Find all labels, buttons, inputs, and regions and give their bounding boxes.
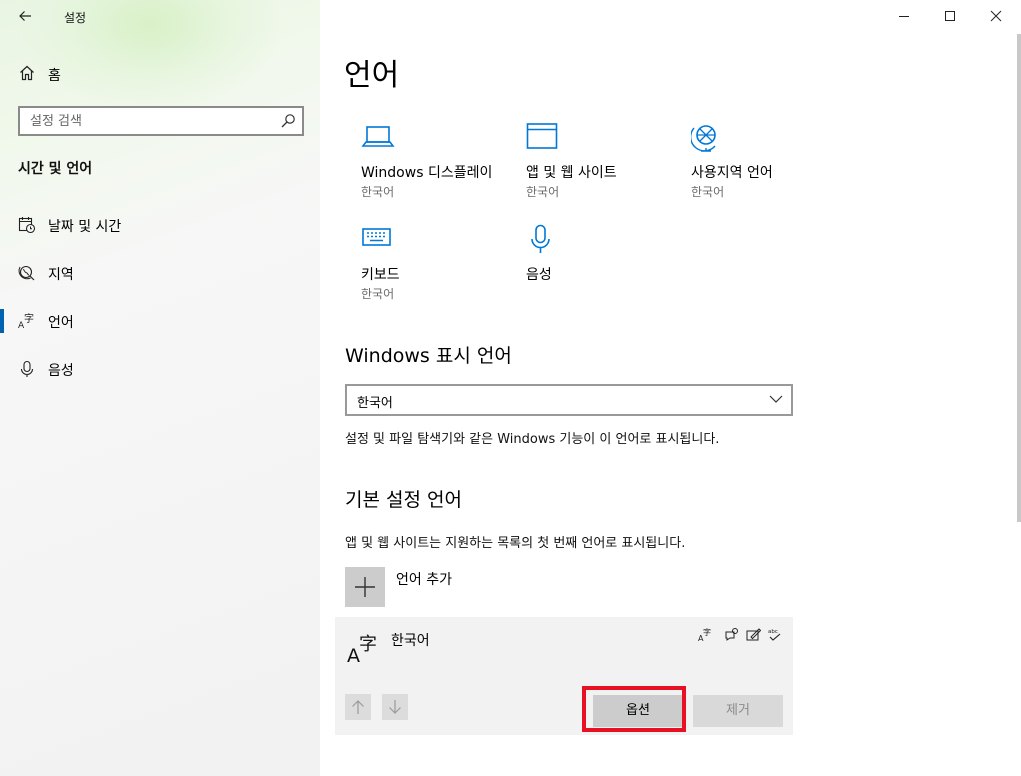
microphone-icon (20, 360, 34, 377)
preferred-language-description: 앱 및 웹 사이트는 지원하는 목록의 첫 번째 언어로 표시됩니다. (345, 536, 686, 551)
display-language-description: 설정 및 파일 탐색기와 같은 Windows 기능이 이 언어로 표시됩니다. (345, 432, 720, 447)
speech-icon (725, 628, 738, 641)
tile-keyboard[interactable]: 키보드 한국어 (345, 224, 495, 314)
tile-subtitle: 한국어 (691, 185, 725, 199)
tile-speech[interactable]: 음성 (510, 224, 660, 314)
sidebar-item-label: 날짜 및 시간 (48, 219, 122, 235)
preferred-language-heading: 기본 설정 언어 (345, 489, 462, 511)
options-highlight-box (582, 686, 686, 732)
back-button[interactable] (12, 6, 38, 28)
chevron-down-icon (769, 395, 783, 403)
maximize-button[interactable] (927, 0, 973, 32)
globe-region-icon (18, 265, 35, 281)
nav-home-label: 홈 (48, 68, 61, 84)
tile-name: 키보드 (361, 267, 400, 283)
globe-language-icon (691, 125, 716, 152)
svg-text:字: 字 (703, 627, 711, 637)
sidebar-item-label: 지역 (48, 267, 74, 283)
settings-window: 설정 홈 시간 및 언어 날짜 및 시간 (0, 0, 1021, 776)
language-name: 한국어 (391, 633, 430, 649)
move-up-button[interactable] (345, 694, 371, 720)
close-button[interactable] (973, 0, 1019, 32)
arrow-down-icon (389, 700, 401, 714)
language-item-korean[interactable]: A 字 한국어 A 字 abc 옵션 제거 (335, 617, 793, 735)
close-icon (990, 10, 1002, 22)
tile-windows-display[interactable]: Windows 디스플레이 한국어 (345, 122, 495, 212)
tile-name: Windows 디스플레이 (361, 165, 493, 181)
maximize-icon (945, 11, 955, 21)
nav-home[interactable]: 홈 (0, 58, 320, 90)
app-title: 설정 (64, 11, 87, 25)
language-icon: A 字 (347, 634, 377, 665)
move-down-button[interactable] (382, 694, 408, 720)
svg-text:字: 字 (24, 312, 34, 325)
language-icon: A 字 (18, 312, 34, 330)
content-pane: 언어 Windows 디스플레이 한국어 앱 및 웹 사이트 한국어 사용지역 … (320, 0, 1021, 776)
caption-buttons (881, 0, 1021, 34)
tile-name: 사용지역 언어 (691, 165, 773, 181)
sidebar-item-date-time[interactable]: 날짜 및 시간 (0, 207, 320, 243)
scrollbar[interactable] (1017, 34, 1021, 522)
dropdown-value: 한국어 (357, 396, 393, 411)
search-icon[interactable] (280, 113, 296, 129)
tile-name: 앱 및 웹 사이트 (526, 165, 617, 181)
microphone-icon (531, 224, 550, 253)
handwriting-icon (746, 628, 761, 641)
sidebar-section-title: 시간 및 언어 (18, 161, 93, 177)
add-language-label[interactable]: 언어 추가 (396, 569, 452, 589)
svg-text:字: 字 (359, 634, 377, 655)
tile-apps-websites[interactable]: 앱 및 웹 사이트 한국어 (510, 122, 660, 212)
minimize-button[interactable] (881, 0, 927, 32)
laptop-icon (361, 126, 395, 147)
minimize-icon (899, 16, 909, 17)
keyboard-icon (362, 228, 391, 246)
display-language-icon: A 字 (698, 627, 711, 642)
back-arrow-icon (19, 11, 31, 21)
sidebar: 설정 홈 시간 및 언어 날짜 및 시간 (0, 0, 320, 776)
tile-subtitle: 한국어 (361, 185, 395, 199)
home-icon (20, 65, 34, 81)
sidebar-item-language[interactable]: A 字 언어 (0, 303, 320, 339)
sidebar-item-region[interactable]: 지역 (0, 255, 320, 291)
page-title: 언어 (344, 58, 400, 93)
sidebar-item-speech[interactable]: 음성 (0, 351, 320, 387)
title-bar: 설정 (0, 0, 320, 34)
tile-name: 음성 (526, 267, 552, 283)
tile-subtitle: 한국어 (526, 185, 560, 199)
tile-regional-format[interactable]: 사용지역 언어 한국어 (675, 122, 825, 212)
window-icon (526, 123, 558, 149)
add-language-button[interactable] (345, 567, 385, 607)
tile-subtitle: 한국어 (361, 287, 395, 301)
sidebar-item-label: 언어 (48, 315, 74, 331)
spellcheck-icon: abc (768, 629, 781, 641)
remove-button[interactable]: 제거 (693, 695, 783, 727)
svg-text:abc: abc (768, 629, 778, 635)
display-language-heading: Windows 표시 언어 (345, 345, 512, 367)
search-box[interactable] (18, 106, 304, 136)
display-language-dropdown[interactable]: 한국어 (345, 384, 793, 416)
plus-icon (355, 577, 375, 597)
active-indicator (0, 309, 4, 333)
search-input[interactable] (20, 108, 275, 134)
sidebar-item-label: 음성 (48, 363, 74, 379)
arrow-up-icon (352, 700, 364, 714)
calendar-clock-icon (18, 217, 36, 234)
